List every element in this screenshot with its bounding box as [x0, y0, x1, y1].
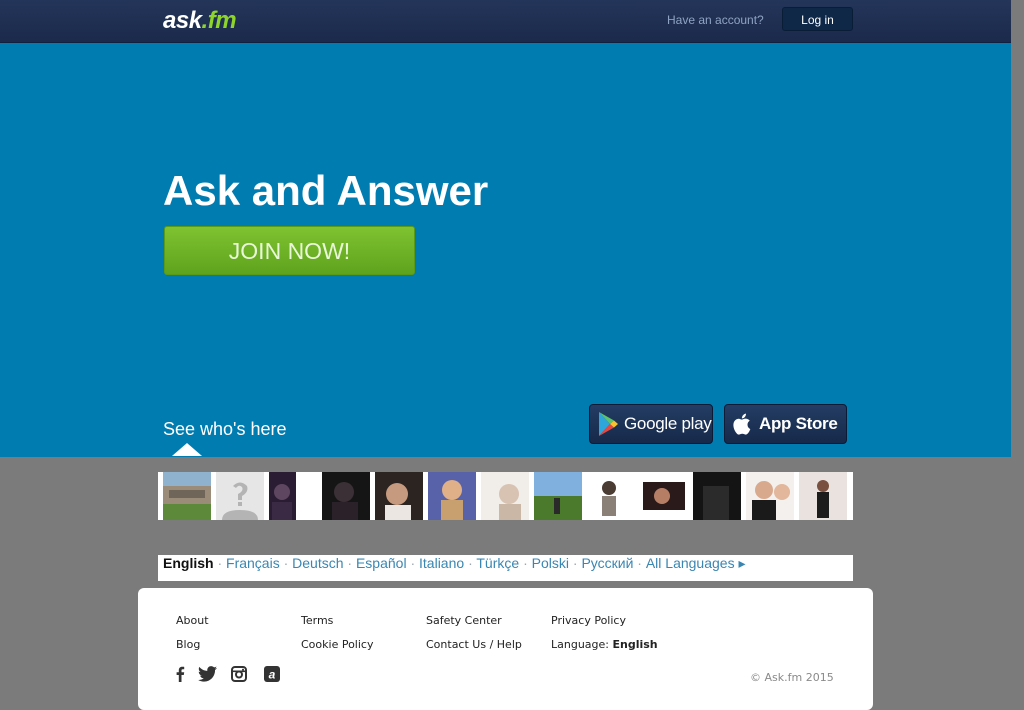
app-store-button[interactable]: App Store: [724, 404, 847, 444]
user-thumbnail[interactable]: [746, 472, 794, 520]
user-thumbnail[interactable]: [269, 472, 317, 520]
footer-language-label: Language: English: [551, 638, 658, 651]
profile-photo-icon: [481, 472, 529, 520]
facebook-icon[interactable]: [174, 666, 186, 682]
footer-link-privacy-policy[interactable]: Privacy Policy: [551, 614, 626, 627]
user-photo-strip: [158, 472, 853, 520]
user-thumbnail[interactable]: [163, 472, 211, 520]
footer-link-safety-center[interactable]: Safety Center: [426, 614, 502, 627]
all-languages-link[interactable]: All Languages ▸: [646, 555, 746, 571]
language-bar: English · Français · Deutsch · Español ·…: [158, 555, 853, 581]
apple-icon: [733, 413, 751, 435]
profile-photo-icon: [640, 472, 688, 520]
user-thumbnail[interactable]: [799, 472, 847, 520]
footer-link-contact-help[interactable]: Contact Us / Help: [426, 638, 522, 651]
language-link-russian[interactable]: Русский: [581, 555, 633, 571]
user-thumbnail[interactable]: [216, 472, 264, 520]
google-play-icon: [599, 412, 618, 436]
footer-language-value[interactable]: English: [613, 638, 658, 651]
landscape-photo-icon: [534, 472, 582, 520]
profile-photo-icon: [746, 472, 794, 520]
have-account-text: Have an account?: [667, 13, 764, 27]
login-button[interactable]: Log in: [782, 7, 853, 31]
profile-photo-icon: [375, 472, 423, 520]
google-play-label: Google play: [624, 414, 712, 433]
see-whos-here-label: See who's here: [163, 419, 287, 439]
user-thumbnail[interactable]: [587, 472, 635, 520]
default-avatar-icon: [216, 472, 264, 520]
footer-link-cookie-policy[interactable]: Cookie Policy: [301, 638, 373, 651]
twitter-icon[interactable]: [198, 666, 217, 682]
top-bar: ask.fm Have an account? Log in: [0, 0, 1011, 43]
building-photo-icon: [163, 472, 211, 520]
profile-photo-icon: [693, 472, 741, 520]
askfm-icon[interactable]: a: [264, 666, 280, 682]
language-link-turkish[interactable]: Türkçe: [476, 555, 519, 571]
footer-link-about[interactable]: About: [176, 614, 209, 627]
user-thumbnail[interactable]: [375, 472, 423, 520]
footer: About Blog Terms Cookie Policy Safety Ce…: [138, 588, 873, 710]
hero-headline: Ask and Answer: [163, 167, 489, 214]
instagram-icon[interactable]: [231, 666, 247, 682]
footer-link-blog[interactable]: Blog: [176, 638, 200, 651]
user-thumbnail[interactable]: [428, 472, 476, 520]
profile-photo-icon: [428, 472, 476, 520]
language-link-italian[interactable]: Italiano: [419, 555, 464, 571]
user-thumbnail[interactable]: [693, 472, 741, 520]
profile-photo-icon: [269, 472, 317, 520]
language-link-french[interactable]: Français: [226, 555, 280, 571]
pointer-arrow-icon: [172, 443, 202, 456]
user-thumbnail[interactable]: [481, 472, 529, 520]
askfm-logo[interactable]: ask.fm: [163, 6, 237, 36]
user-thumbnail[interactable]: [534, 472, 582, 520]
copyright-text: © Ask.fm 2015: [750, 671, 834, 684]
user-thumbnail[interactable]: [640, 472, 688, 520]
language-current: English: [163, 555, 214, 571]
language-link-german[interactable]: Deutsch: [292, 555, 343, 571]
svg-text:a: a: [269, 668, 276, 682]
app-store-label: App Store: [759, 414, 838, 433]
profile-photo-icon: [587, 472, 635, 520]
google-play-button[interactable]: Google play: [589, 404, 713, 444]
language-link-spanish[interactable]: Español: [356, 555, 407, 571]
profile-photo-icon: [799, 472, 847, 520]
profile-photo-icon: [322, 472, 370, 520]
footer-link-terms[interactable]: Terms: [301, 614, 333, 627]
language-link-polish[interactable]: Polski: [532, 555, 569, 571]
hero-section: Ask and Answer JOIN NOW! See who's here …: [0, 43, 1011, 457]
join-now-button[interactable]: JOIN NOW!: [164, 226, 415, 275]
user-thumbnail[interactable]: [322, 472, 370, 520]
